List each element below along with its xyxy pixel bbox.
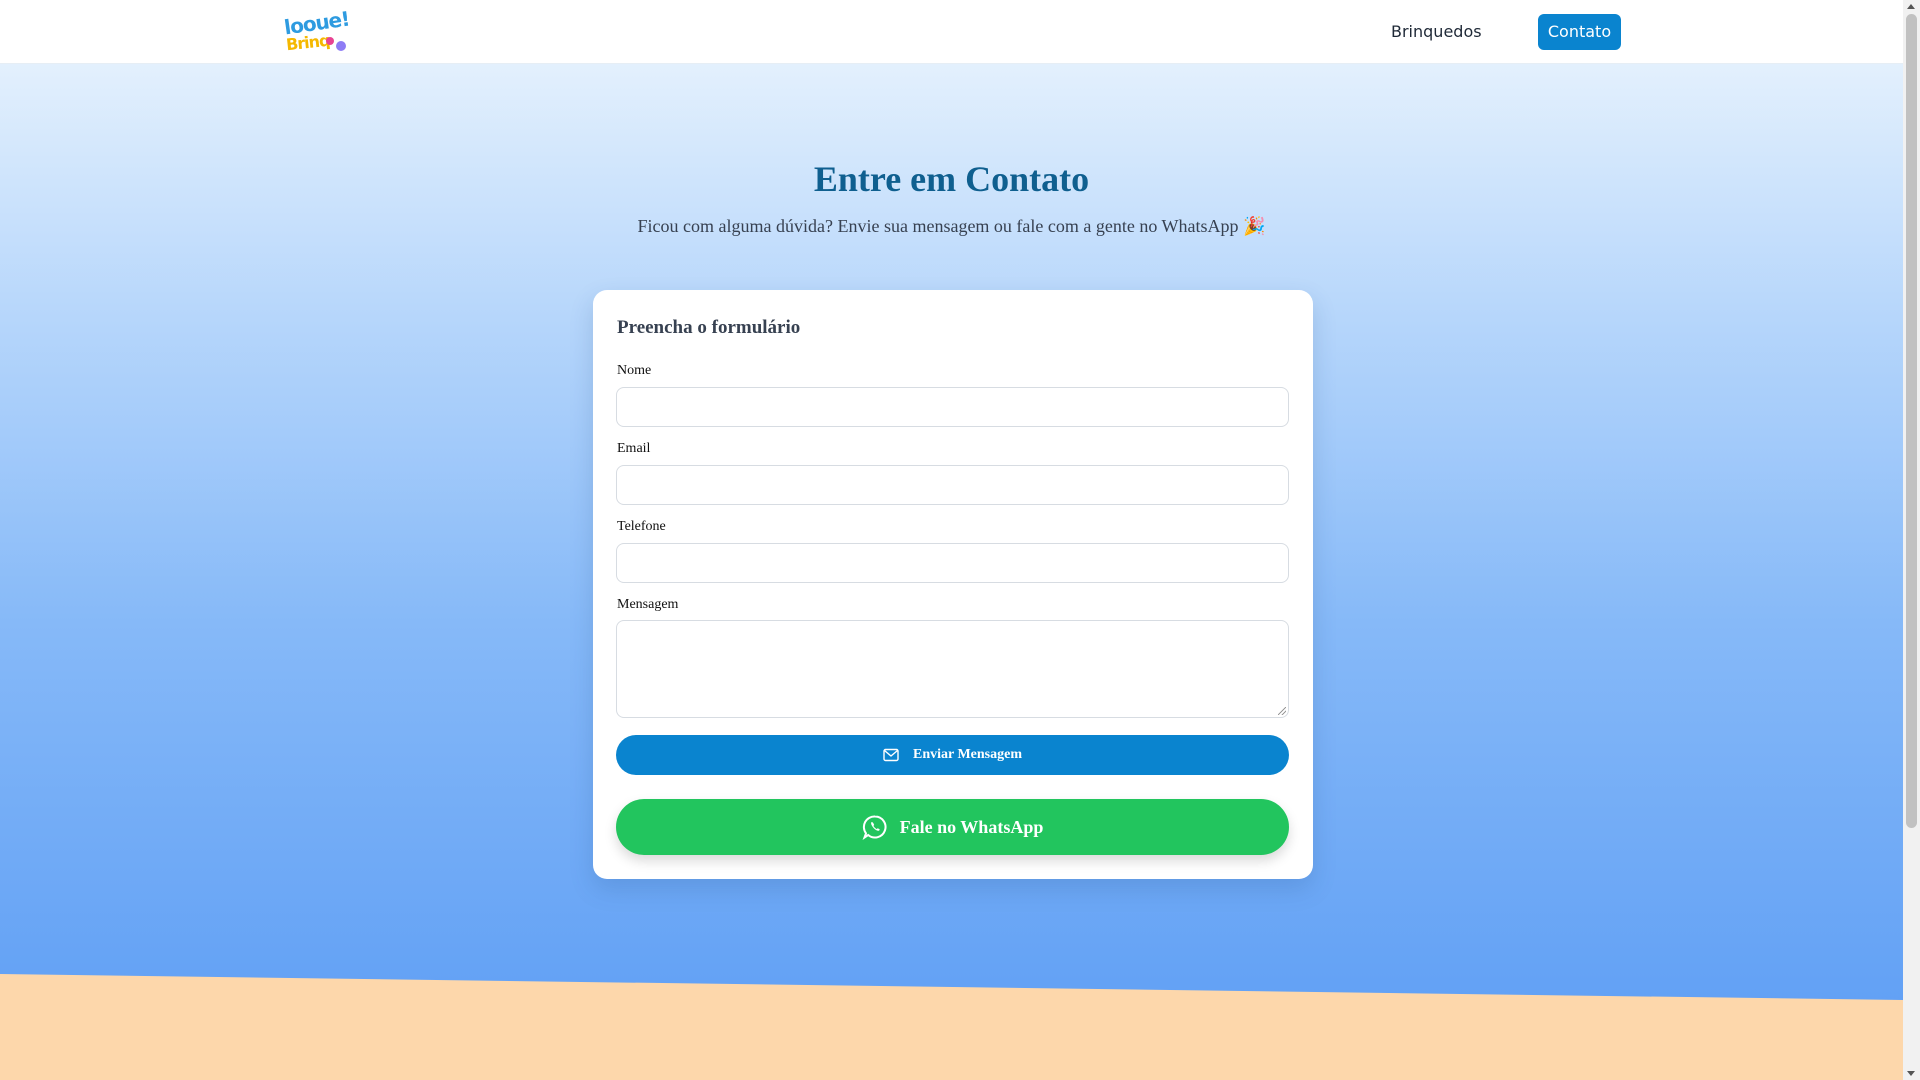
logo-dot bbox=[336, 41, 346, 51]
scroll-down-arrow-icon[interactable] bbox=[1907, 1071, 1915, 1076]
message-label: Mensagem bbox=[617, 597, 679, 612]
form-title: Preencha o formulário bbox=[617, 317, 801, 338]
logo-dot bbox=[326, 37, 334, 45]
page-title: Entre em Contato bbox=[813, 159, 1090, 199]
whatsapp-icon bbox=[862, 815, 887, 840]
scroll-up-arrow-icon[interactable] bbox=[1907, 4, 1915, 9]
name-field[interactable] bbox=[616, 387, 1289, 427]
name-label: Nome bbox=[617, 363, 652, 378]
page-subtitle: Ficou com alguma dúvida? Envie sua mensa… bbox=[637, 216, 1266, 236]
message-field[interactable] bbox=[616, 620, 1289, 718]
scroll-thumb[interactable] bbox=[1906, 14, 1917, 828]
nav-button-contato[interactable]: Contato bbox=[1538, 14, 1621, 50]
brand-logo[interactable]: looue! Brinq bbox=[283, 7, 351, 55]
phone-field[interactable] bbox=[616, 543, 1289, 583]
phone-label: Telefone bbox=[617, 519, 666, 534]
send-message-button[interactable]: Enviar Mensagem bbox=[616, 735, 1289, 775]
logo-line-2: Brinq bbox=[285, 30, 331, 55]
whatsapp-label: Fale no WhatsApp bbox=[899, 816, 1044, 837]
nav-link-brinquedos[interactable]: Brinquedos bbox=[1391, 19, 1482, 45]
contact-form-card: Preencha o formulário Nome Email Telefon… bbox=[593, 290, 1313, 879]
whatsapp-button[interactable]: Fale no WhatsApp bbox=[616, 799, 1289, 855]
email-label: Email bbox=[617, 441, 651, 456]
send-message-label: Enviar Mensagem bbox=[912, 747, 1022, 762]
site-header: looue! Brinq Brinquedos Contato bbox=[0, 0, 1903, 64]
scrollbar[interactable] bbox=[1903, 0, 1920, 1080]
mail-icon bbox=[883, 748, 899, 762]
resize-handle[interactable] bbox=[1278, 707, 1286, 715]
email-field[interactable] bbox=[616, 465, 1289, 505]
